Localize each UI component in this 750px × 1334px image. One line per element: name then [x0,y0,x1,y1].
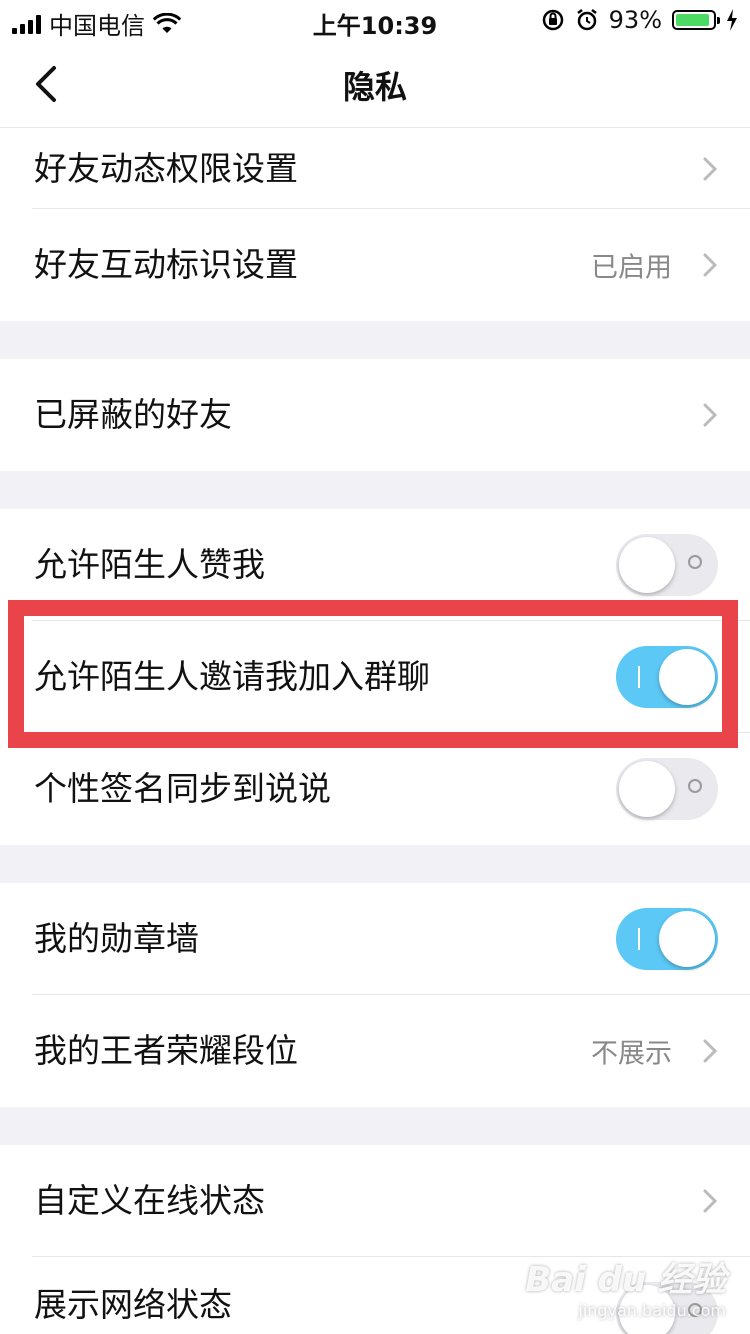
watermark-logo: Bai du 经验 [525,1260,726,1300]
toggle-switch[interactable] [616,534,718,596]
battery-percent: 93% [608,6,662,34]
toggle-switch[interactable] [616,908,718,970]
baidu-jingyan-watermark: Bai du 经验 jingyan.baidu.com [525,1252,726,1320]
battery-icon [672,10,720,30]
toggle-mark-icon [638,666,640,688]
chevron-right-icon [703,157,718,180]
status-bar: 中国电信 上午10:39 93% [0,0,750,40]
chevron-right-icon [703,1039,718,1063]
nav-bar: 隐私 [0,40,750,128]
row-label: 好友互动标识设置 [34,245,298,284]
row-allow-stranger-like: 允许陌生人赞我 [0,509,750,621]
row-label: 已屏蔽的好友 [34,395,232,434]
row-label: 我的勋章墙 [34,919,199,958]
row-label: 允许陌生人赞我 [34,545,265,584]
toggle-switch[interactable] [616,758,718,820]
row-label: 我的王者荣耀段位 [34,1031,298,1070]
toggle-knob [659,911,715,967]
toggle-knob [619,537,675,593]
row-sync-signature: 个性签名同步到说说 [0,733,750,845]
row-my-badge-wall: 我的勋章墙 [0,883,750,995]
chevron-right-icon [703,1189,718,1213]
row-label: 好友动态权限设置 [34,148,298,188]
page-title: 隐私 [342,68,407,106]
toggle-mark-icon [688,779,702,793]
row-label: 个性签名同步到说说 [34,769,331,808]
row-custom-online-status[interactable]: 自定义在线状态 [0,1145,750,1257]
row-label: 允许陌生人邀请我加入群聊 [34,657,430,696]
row-label: 自定义在线状态 [34,1181,265,1220]
watermark-url: jingyan.baidu.com [578,1301,726,1320]
row-honor-of-kings-rank[interactable]: 我的王者荣耀段位 不展示 [0,995,750,1107]
chevron-right-icon [703,253,718,277]
chevron-right-icon [703,403,718,427]
row-allow-stranger-group-invite: 允许陌生人邀请我加入群聊 [0,621,750,733]
row-value: 不展示 [591,1038,672,1070]
row-blocked-friends[interactable]: 已屏蔽的好友 [0,359,750,471]
toggle-knob [659,649,715,705]
alarm-icon [576,9,597,31]
orientation-lock-icon [542,9,563,31]
row-friend-feed-permission[interactable]: 好友动态权限设置 [0,128,750,209]
row-label: 展示网络状态 [34,1285,232,1324]
toggle-switch[interactable] [616,646,718,708]
row-value: 已启用 [591,252,672,284]
charging-bolt-icon [727,9,737,31]
row-friend-interaction-badge[interactable]: 好友互动标识设置 已启用 [0,209,750,321]
toggle-mark-icon [688,555,702,569]
toggle-mark-icon [638,928,640,950]
toggle-knob [619,761,675,817]
